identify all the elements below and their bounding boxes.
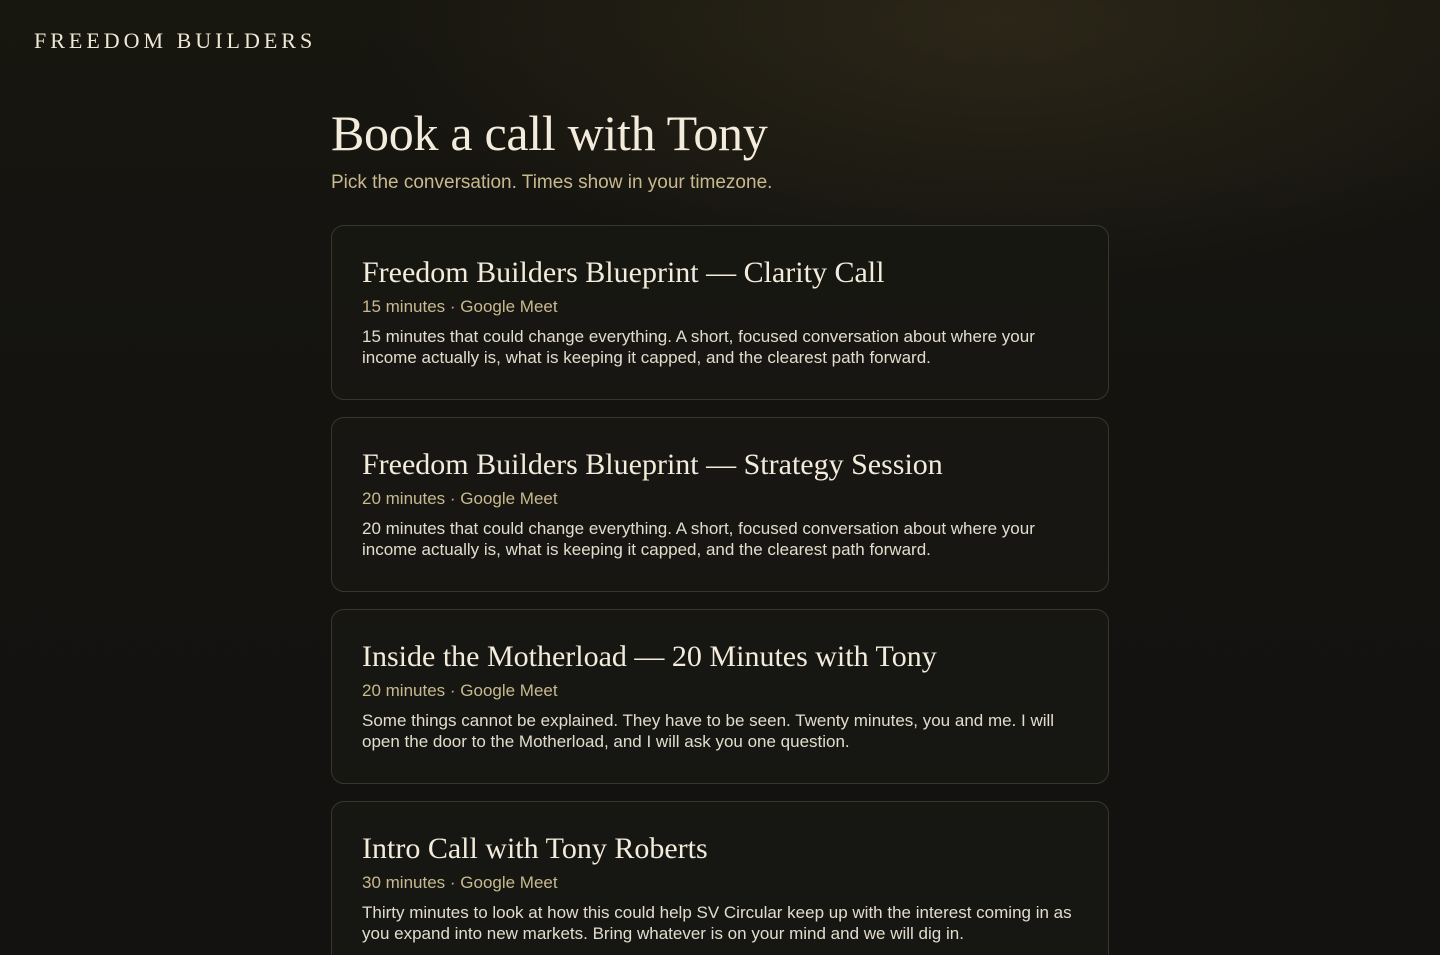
page-title: Book a call with Tony <box>331 105 768 161</box>
event-description: 20 minutes that could change everything.… <box>362 519 1035 559</box>
event-meta: 20 minutes · Google Meet <box>362 681 558 700</box>
page-subtitle: Pick the conversation. Times show in you… <box>331 172 773 193</box>
event-title: Intro Call with Tony Roberts <box>362 832 708 865</box>
main-content: Book a call with Tony Pick the conversat… <box>331 100 1109 955</box>
event-meta: 20 minutes · Google Meet <box>362 489 558 508</box>
event-description: Some things cannot be explained. They ha… <box>362 711 1055 751</box>
event-card-clarity-call[interactable]: Freedom Builders Blueprint — Clarity Cal… <box>331 225 1109 400</box>
event-title: Inside the Motherload — 20 Minutes with … <box>362 640 937 673</box>
event-description: 15 minutes that could change everything.… <box>362 327 1035 367</box>
event-list: Freedom Builders Blueprint — Clarity Cal… <box>331 225 1109 955</box>
event-meta: 15 minutes · Google Meet <box>362 297 558 316</box>
event-card-motherload[interactable]: Inside the Motherload — 20 Minutes with … <box>331 609 1109 784</box>
event-meta: 30 minutes · Google Meet <box>362 873 558 892</box>
event-card-intro-call[interactable]: Intro Call with Tony Roberts 30 minutes … <box>331 801 1109 955</box>
event-title: Freedom Builders Blueprint — Clarity Cal… <box>362 256 885 289</box>
event-title: Freedom Builders Blueprint — Strategy Se… <box>362 448 943 481</box>
event-card-strategy-session[interactable]: Freedom Builders Blueprint — Strategy Se… <box>331 417 1109 592</box>
brand-logo-text[interactable]: FREEDOM BUILDERS <box>34 28 316 54</box>
event-description: Thirty minutes to look at how this could… <box>362 903 1072 943</box>
